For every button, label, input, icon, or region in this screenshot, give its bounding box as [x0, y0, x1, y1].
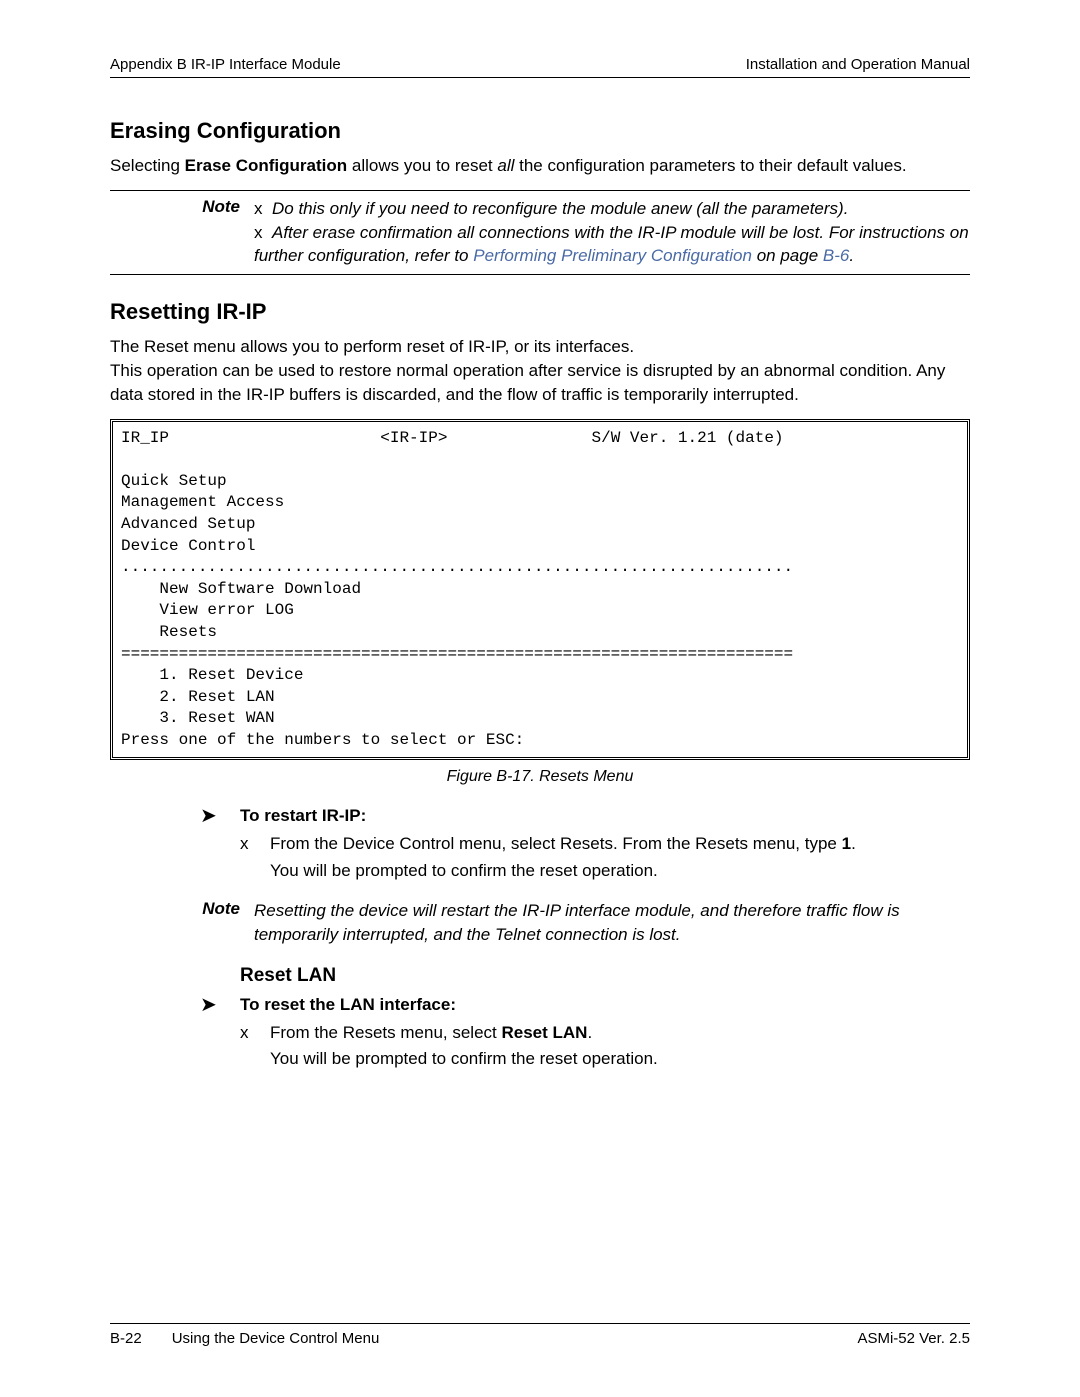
- term-option: 1. Reset Device: [121, 666, 303, 684]
- procedure-title: To restart IR-IP:: [240, 806, 366, 826]
- step-text: From the Device Control menu, select Res…: [270, 832, 856, 857]
- text: Selecting: [110, 156, 185, 175]
- text: From the Device Control menu, select Res…: [270, 834, 842, 853]
- bullet-x: x: [254, 197, 272, 221]
- text: Do this only if you need to reconfigure …: [272, 199, 848, 218]
- bullet-x: x: [240, 832, 270, 857]
- step-row: x From the Resets menu, select Reset LAN…: [240, 1021, 970, 1046]
- resetting-paragraph-1: The Reset menu allows you to perform res…: [110, 335, 970, 359]
- term-subitem: Resets: [121, 623, 217, 641]
- footer-left: B-22 Using the Device Control Menu: [110, 1330, 379, 1347]
- note-line-2: xAfter erase confirmation all connection…: [254, 221, 970, 269]
- text: .: [849, 246, 854, 265]
- terminal-screen: IR_IP <IR-IP> S/W Ver. 1.21 (date) Quick…: [110, 419, 970, 761]
- note-body: xDo this only if you need to reconfigure…: [254, 197, 970, 268]
- subsection-title: Reset LAN: [240, 965, 970, 987]
- term-header-left: IR_IP: [121, 429, 169, 447]
- note-label: Note: [110, 899, 254, 947]
- section-title-erasing: Erasing Configuration: [110, 118, 970, 144]
- procedure-row: ➤ To restart IR-IP:: [200, 806, 970, 826]
- page-ref-link[interactable]: B-6: [823, 246, 849, 265]
- note-block-2: Note Resetting the device will restart t…: [110, 895, 970, 951]
- cross-ref-link[interactable]: Performing Preliminary Configuration: [473, 246, 752, 265]
- header: Appendix B IR-IP Interface Module Instal…: [110, 56, 970, 78]
- term-item: Advanced Setup: [121, 515, 255, 533]
- text: From the Resets menu, select: [270, 1023, 501, 1042]
- footer-row: B-22 Using the Device Control Menu ASMi-…: [110, 1324, 970, 1347]
- step-result: You will be prompted to confirm the rese…: [270, 861, 970, 881]
- erasing-paragraph: Selecting Erase Configuration allows you…: [110, 154, 970, 178]
- header-right: Installation and Operation Manual: [746, 56, 970, 73]
- section-title-resetting: Resetting IR-IP: [110, 299, 970, 325]
- term-option: 3. Reset WAN: [121, 709, 275, 727]
- footer: B-22 Using the Device Control Menu ASMi-…: [110, 1323, 970, 1347]
- text: the configuration parameters to their de…: [514, 156, 906, 175]
- figure-caption: Figure B-17. Resets Menu: [110, 768, 970, 786]
- text: .: [587, 1023, 592, 1042]
- bold-text: 1: [842, 834, 851, 853]
- note-label: Note: [110, 197, 254, 268]
- term-item: Quick Setup: [121, 472, 227, 490]
- note-block-1: Note xDo this only if you need to reconf…: [110, 190, 970, 275]
- header-left: Appendix B IR-IP Interface Module: [110, 56, 341, 73]
- term-header-right: S/W Ver. 1.21 (date): [592, 429, 784, 447]
- step-row: x From the Device Control menu, select R…: [240, 832, 970, 857]
- term-header-mid: <IR-IP>: [380, 429, 447, 447]
- bullet-x: x: [254, 221, 272, 245]
- text: on page: [752, 246, 823, 265]
- step-result: You will be prompted to confirm the rese…: [270, 1049, 970, 1069]
- term-item: Management Access: [121, 493, 284, 511]
- note-body: Resetting the device will restart the IR…: [254, 899, 970, 947]
- procedure-row: ➤ To reset the LAN interface:: [200, 995, 970, 1015]
- footer-section: Using the Device Control Menu: [172, 1330, 380, 1347]
- bold-text: Erase Configuration: [185, 156, 347, 175]
- note-line-1: xDo this only if you need to reconfigure…: [254, 197, 970, 221]
- term-prompt: Press one of the numbers to select or ES…: [121, 731, 524, 749]
- bullet-x: x: [240, 1021, 270, 1046]
- term-subitem: View error LOG: [121, 601, 294, 619]
- bold-text: Reset LAN: [501, 1023, 587, 1042]
- arrow-icon: ➤: [200, 995, 240, 1015]
- italic-text: all: [497, 156, 514, 175]
- term-item: Device Control: [121, 537, 255, 555]
- step-text: From the Resets menu, select Reset LAN.: [270, 1021, 592, 1046]
- content: Erasing Configuration Selecting Erase Co…: [110, 118, 970, 1069]
- resetting-paragraph-2: This operation can be used to restore no…: [110, 359, 970, 407]
- term-option: 2. Reset LAN: [121, 688, 275, 706]
- term-divider: ========================================…: [121, 645, 793, 663]
- text: allows you to reset: [347, 156, 497, 175]
- arrow-icon: ➤: [200, 806, 240, 826]
- procedure-title: To reset the LAN interface:: [240, 995, 456, 1015]
- footer-right: ASMi-52 Ver. 2.5: [857, 1330, 970, 1347]
- term-dots: ........................................…: [121, 558, 793, 576]
- page: Appendix B IR-IP Interface Module Instal…: [0, 0, 1080, 1397]
- footer-page: B-22: [110, 1330, 142, 1347]
- text: .: [851, 834, 856, 853]
- term-subitem: New Software Download: [121, 580, 361, 598]
